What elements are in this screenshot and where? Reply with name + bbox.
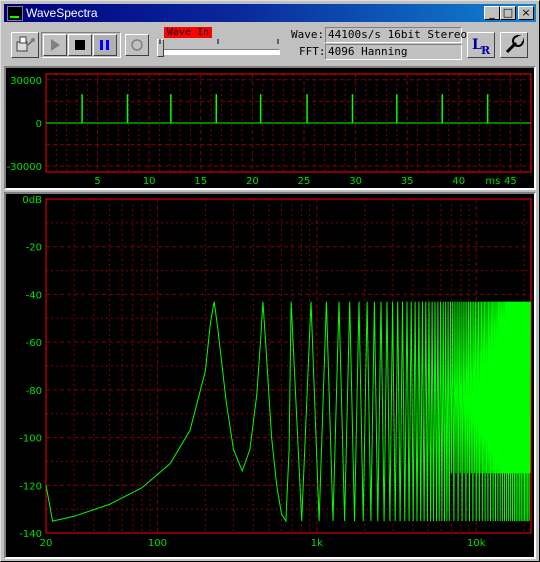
- y-tick-label: -120: [19, 481, 42, 492]
- wave-format-label: Wave:: [291, 28, 325, 41]
- level-slider-track[interactable]: [158, 49, 280, 55]
- y-tick-label: 0dB: [22, 195, 42, 206]
- x-tick-label: 100: [148, 538, 167, 549]
- lr-icon: L R: [472, 37, 491, 57]
- maximize-button[interactable]: □: [500, 6, 516, 20]
- x-tick-label: 5: [94, 176, 100, 187]
- play-icon: [51, 39, 60, 51]
- stop-icon: [75, 40, 85, 50]
- wrench-icon: [505, 35, 524, 54]
- x-tick-label: 30: [349, 176, 362, 187]
- y-tick-label: -100: [19, 434, 42, 445]
- input-device-icon: [16, 36, 35, 52]
- settings-button[interactable]: [500, 32, 528, 58]
- y-tick-label: -20: [26, 243, 42, 254]
- spectrum-panel[interactable]: 0dB -20 -40 -60 -80 -100 -120 -140 20 100 1k 10k: [4, 192, 536, 559]
- y-tick-label: 0: [36, 119, 42, 130]
- pause-icon: [100, 40, 109, 50]
- spectrum-chart: 0dB -20 -40 -60 -80 -100 -120 -14020 100 1k 10k: [19, 195, 532, 549]
- fft-settings-field: 4096 Hanning: [325, 44, 462, 60]
- x-tick-label: 10: [143, 176, 156, 187]
- fft-label: FFT:: [299, 45, 326, 58]
- x-tick-label: 45: [504, 176, 517, 187]
- x-tick-label: 15: [194, 176, 207, 187]
- waveform-panel[interactable]: 30000 0 -30000 5 10 15 20 25 30 35 40 45 ms: [4, 66, 536, 190]
- minimize-button[interactable]: _: [484, 6, 500, 20]
- title-bar[interactable]: WaveSpectra _ □ ×: [4, 4, 536, 22]
- play-button[interactable]: [43, 34, 67, 56]
- x-tick-label: 25: [298, 176, 311, 187]
- y-tick-label: -140: [19, 529, 42, 540]
- wave-in-indicator: Wave In: [164, 27, 212, 38]
- pause-button[interactable]: [93, 34, 117, 56]
- x-tick-label: 10k: [467, 538, 486, 549]
- close-button[interactable]: ×: [518, 6, 534, 20]
- input-device-button[interactable]: [11, 32, 39, 58]
- y-tick-label: 30000: [10, 76, 42, 87]
- x-tick-label: 20: [246, 176, 259, 187]
- x-tick-label: 20: [40, 538, 53, 549]
- lr-icon-r: R: [481, 44, 491, 57]
- y-tick-label: -30000: [7, 162, 42, 173]
- x-tick-label: 40: [452, 176, 465, 187]
- x-axis-unit: ms: [485, 176, 500, 187]
- record-button[interactable]: [125, 34, 149, 56]
- app-icon[interactable]: [7, 6, 23, 21]
- channel-lr-button[interactable]: L R: [467, 32, 495, 58]
- record-icon: [131, 39, 143, 51]
- spectrum-trace: [45, 301, 531, 523]
- window-title: WaveSpectra: [26, 6, 98, 20]
- stop-button[interactable]: [68, 34, 92, 56]
- wave-format-field: 44100s/s 16bit Stereo: [325, 27, 467, 43]
- level-slider-ticks: [159, 39, 279, 44]
- y-tick-label: -80: [26, 386, 42, 397]
- app-window: WaveSpectra _ □ × Wave In Wave: 44100s/s…: [0, 0, 540, 562]
- y-tick-label: -60: [26, 338, 42, 349]
- waveform-chart: 30000 0 -30000 5 10 15 20 25 30 35 40 45 ms: [7, 73, 532, 187]
- x-tick-label: 1k: [311, 538, 323, 549]
- x-tick-label: 35: [401, 176, 414, 187]
- y-tick-label: -40: [26, 290, 42, 301]
